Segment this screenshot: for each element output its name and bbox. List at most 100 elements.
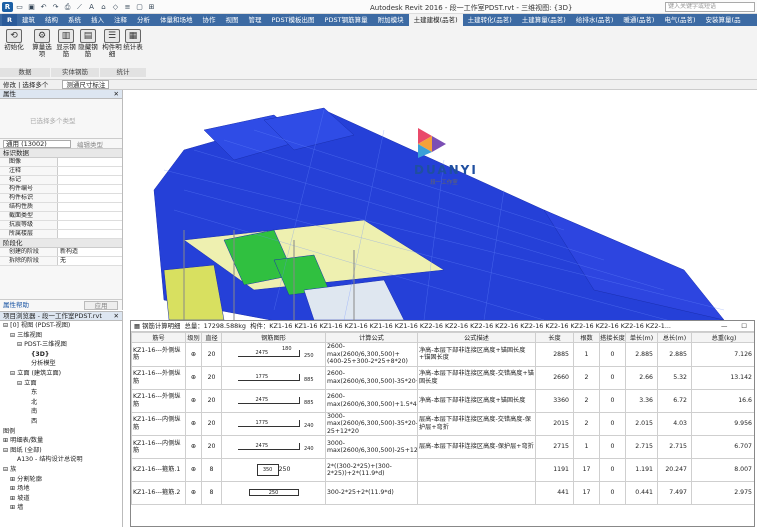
column-header[interactable]: 搭接长度 — [599, 332, 626, 343]
property-value[interactable] — [58, 221, 122, 229]
close-hidden-icon[interactable]: ▢ — [134, 2, 145, 12]
ribbon-tab[interactable]: 建筑 — [17, 14, 40, 26]
stats-table-button[interactable]: ▦ 统计表 — [122, 29, 144, 51]
revit-logo-icon[interactable]: R — [2, 2, 13, 12]
redo-icon[interactable]: ↷ — [50, 2, 61, 12]
browser-tree-item[interactable]: ⊞ 场地 — [0, 484, 122, 494]
ribbon-tab[interactable]: PDST模板出图 — [267, 14, 320, 26]
measure-icon[interactable]: ⟋ — [74, 2, 85, 12]
switch-windows-icon[interactable]: ⊞ — [146, 2, 157, 12]
ribbon-tab[interactable]: R — [2, 14, 18, 26]
ribbon-tab[interactable]: 体量和场地 — [155, 14, 198, 26]
property-value[interactable] — [58, 185, 122, 193]
print-icon[interactable]: ⎙ — [62, 2, 73, 12]
browser-tree-item[interactable]: ⊞ 分割轮廓 — [0, 475, 122, 485]
type-selector-preview[interactable]: 已选择多个类型 — [0, 99, 122, 139]
show-rebar-button[interactable]: ▥ 显示钢筋 — [55, 29, 77, 58]
browser-tree-item[interactable]: ⊟ PDST-三维视图 — [0, 340, 122, 350]
browser-tree-item[interactable]: ⊟ 图纸 (全部) — [0, 446, 122, 456]
property-value[interactable] — [58, 203, 122, 211]
thin-lines-icon[interactable]: ≡ — [122, 2, 133, 12]
property-section-header[interactable]: 阶段化 — [0, 239, 122, 248]
browser-tree-item[interactable]: 西 — [0, 417, 122, 427]
ribbon-tab[interactable]: 管理 — [244, 14, 267, 26]
ribbon-tab[interactable]: 结构 — [40, 14, 63, 26]
table-row[interactable]: KZ1-16---箍筋.1 ⊕ 8 350 250 2*((300-2*25)+(300-… — [131, 458, 754, 482]
component-list-button[interactable]: ☰ 构件明细 — [101, 29, 123, 58]
column-header[interactable]: 根数 — [573, 332, 600, 343]
table-row[interactable]: KZ1-16---外侧纵筋 ⊕ 20 1775 885 2600-max(2600/6,3… — [131, 365, 754, 390]
search-input[interactable]: 键入关键字或短语 — [665, 2, 755, 12]
browser-tree-item[interactable]: 图例 — [0, 427, 122, 437]
column-header[interactable]: 总重(kg) — [691, 332, 754, 343]
browser-tree-item[interactable]: ⊟ 立面 — [0, 379, 122, 389]
property-value[interactable]: 无 — [58, 257, 122, 265]
ribbon-tab[interactable]: 土建建模(品茗) — [408, 14, 463, 26]
properties-help-link[interactable]: 属性帮助 — [3, 301, 29, 309]
table-row[interactable]: KZ1-16---箍筋.2 ⊕ 8 250 300-2*25+2*(11.9*d) 441… — [131, 481, 754, 505]
column-header[interactable]: 公式描述 — [417, 332, 536, 343]
type-dropdown[interactable]: 通用 (13002) — [3, 139, 71, 148]
column-header[interactable]: 直径 — [201, 332, 222, 343]
browser-tree-item[interactable]: 南 — [0, 407, 122, 417]
ribbon-tab[interactable]: 土建算量(品茗) — [517, 14, 571, 26]
property-value[interactable] — [58, 176, 122, 184]
table-row[interactable]: KZ1-16---内侧纵筋 ⊕ 20 1775 240 3000-max(2600/6,3… — [131, 411, 754, 436]
close-icon[interactable]: ✕ — [114, 90, 119, 99]
column-header[interactable]: 总长(m) — [657, 332, 692, 343]
browser-tree-item[interactable]: A130 - 结构设计总说明 — [0, 455, 122, 465]
3d-view-icon[interactable]: ⌂ — [98, 2, 109, 12]
column-header[interactable]: 计算公式 — [325, 332, 418, 343]
browser-tree-item[interactable]: ⊟ 族 — [0, 465, 122, 475]
browser-tree-item[interactable]: ⊟ 三维视图 — [0, 331, 122, 341]
table-row[interactable]: KZ1-16---外侧纵筋 ⊕ 20 2475 250 180 2600-max(2600/… — [131, 342, 754, 367]
ribbon-tab[interactable]: 给排水(品茗) — [571, 14, 619, 26]
table-row[interactable]: KZ1-16---外侧纵筋 ⊕ 20 2475 885 2600-max(2600/6,3… — [131, 388, 754, 413]
property-value[interactable] — [58, 212, 122, 220]
column-header[interactable]: 单长(m) — [625, 332, 658, 343]
ribbon-tab[interactable]: 协作 — [198, 14, 221, 26]
ribbon-tab[interactable]: 土建转化(品茗) — [463, 14, 517, 26]
edit-type-button[interactable]: 编辑类型 — [77, 139, 103, 149]
property-value[interactable]: 新构造 — [58, 248, 122, 256]
browser-tree-item[interactable]: ⊞ 坡道 — [0, 494, 122, 504]
property-value[interactable] — [58, 230, 122, 238]
property-section-header[interactable]: 标识数据 — [0, 149, 122, 158]
browser-tree-item[interactable]: ⊟ 立面 (建筑立面) — [0, 369, 122, 379]
section-icon[interactable]: ◇ — [110, 2, 121, 12]
minimize-icon[interactable]: — — [721, 321, 727, 331]
browser-tree-item[interactable]: {3D} — [0, 350, 122, 360]
ribbon-tab[interactable]: 分析 — [132, 14, 155, 26]
property-value[interactable] — [58, 167, 122, 175]
browser-tree-item[interactable]: ⊞ 墙 — [0, 503, 122, 513]
hide-rebar-button[interactable]: ▤ 隐藏钢筋 — [77, 29, 99, 58]
filter-button[interactable]: 测通尺寸标注 — [62, 80, 110, 89]
column-header[interactable]: 筋号 — [131, 332, 186, 343]
undo-icon[interactable]: ↶ — [38, 2, 49, 12]
column-header[interactable]: 级别 — [185, 332, 202, 343]
close-icon[interactable]: ✕ — [114, 312, 119, 321]
property-value[interactable] — [58, 158, 122, 166]
init-button[interactable]: ⟲ 初始化 — [3, 29, 25, 51]
property-value[interactable] — [58, 194, 122, 202]
ribbon-tab[interactable]: 电气(品茗) — [659, 14, 700, 26]
browser-tree-item[interactable]: ⊞ 明细表/数量 — [0, 436, 122, 446]
apply-button[interactable]: 应用 — [84, 301, 118, 310]
browser-tree-item[interactable]: 北 — [0, 398, 122, 408]
open-icon[interactable]: ▭ — [14, 2, 25, 12]
ribbon-tab[interactable]: 系统 — [63, 14, 86, 26]
ribbon-tab[interactable]: PDST钢筋算量 — [320, 14, 373, 26]
text-icon[interactable]: A — [86, 2, 97, 12]
browser-tree-item[interactable]: 东 — [0, 388, 122, 398]
maximize-icon[interactable]: ☐ — [741, 321, 747, 331]
save-icon[interactable]: ▣ — [26, 2, 37, 12]
ribbon-tab[interactable]: 暖通(品茗) — [618, 14, 659, 26]
browser-tree-item[interactable]: 分析模型 — [0, 359, 122, 369]
browser-tree-item[interactable]: ⊟ [0] 视图 (PDST-视图) — [0, 321, 122, 331]
ribbon-tab[interactable]: 注释 — [109, 14, 132, 26]
ribbon-tab[interactable]: 附加模块 — [373, 14, 409, 26]
column-header[interactable]: 长度 — [535, 332, 574, 343]
table-row[interactable]: KZ1-16---内侧纵筋 ⊕ 20 2475 240 3000-max(2600/6,3… — [131, 435, 754, 459]
calc-options-button[interactable]: ⚙ 算量选项 — [31, 29, 53, 58]
column-header[interactable]: 钢筋图形 — [221, 332, 326, 343]
